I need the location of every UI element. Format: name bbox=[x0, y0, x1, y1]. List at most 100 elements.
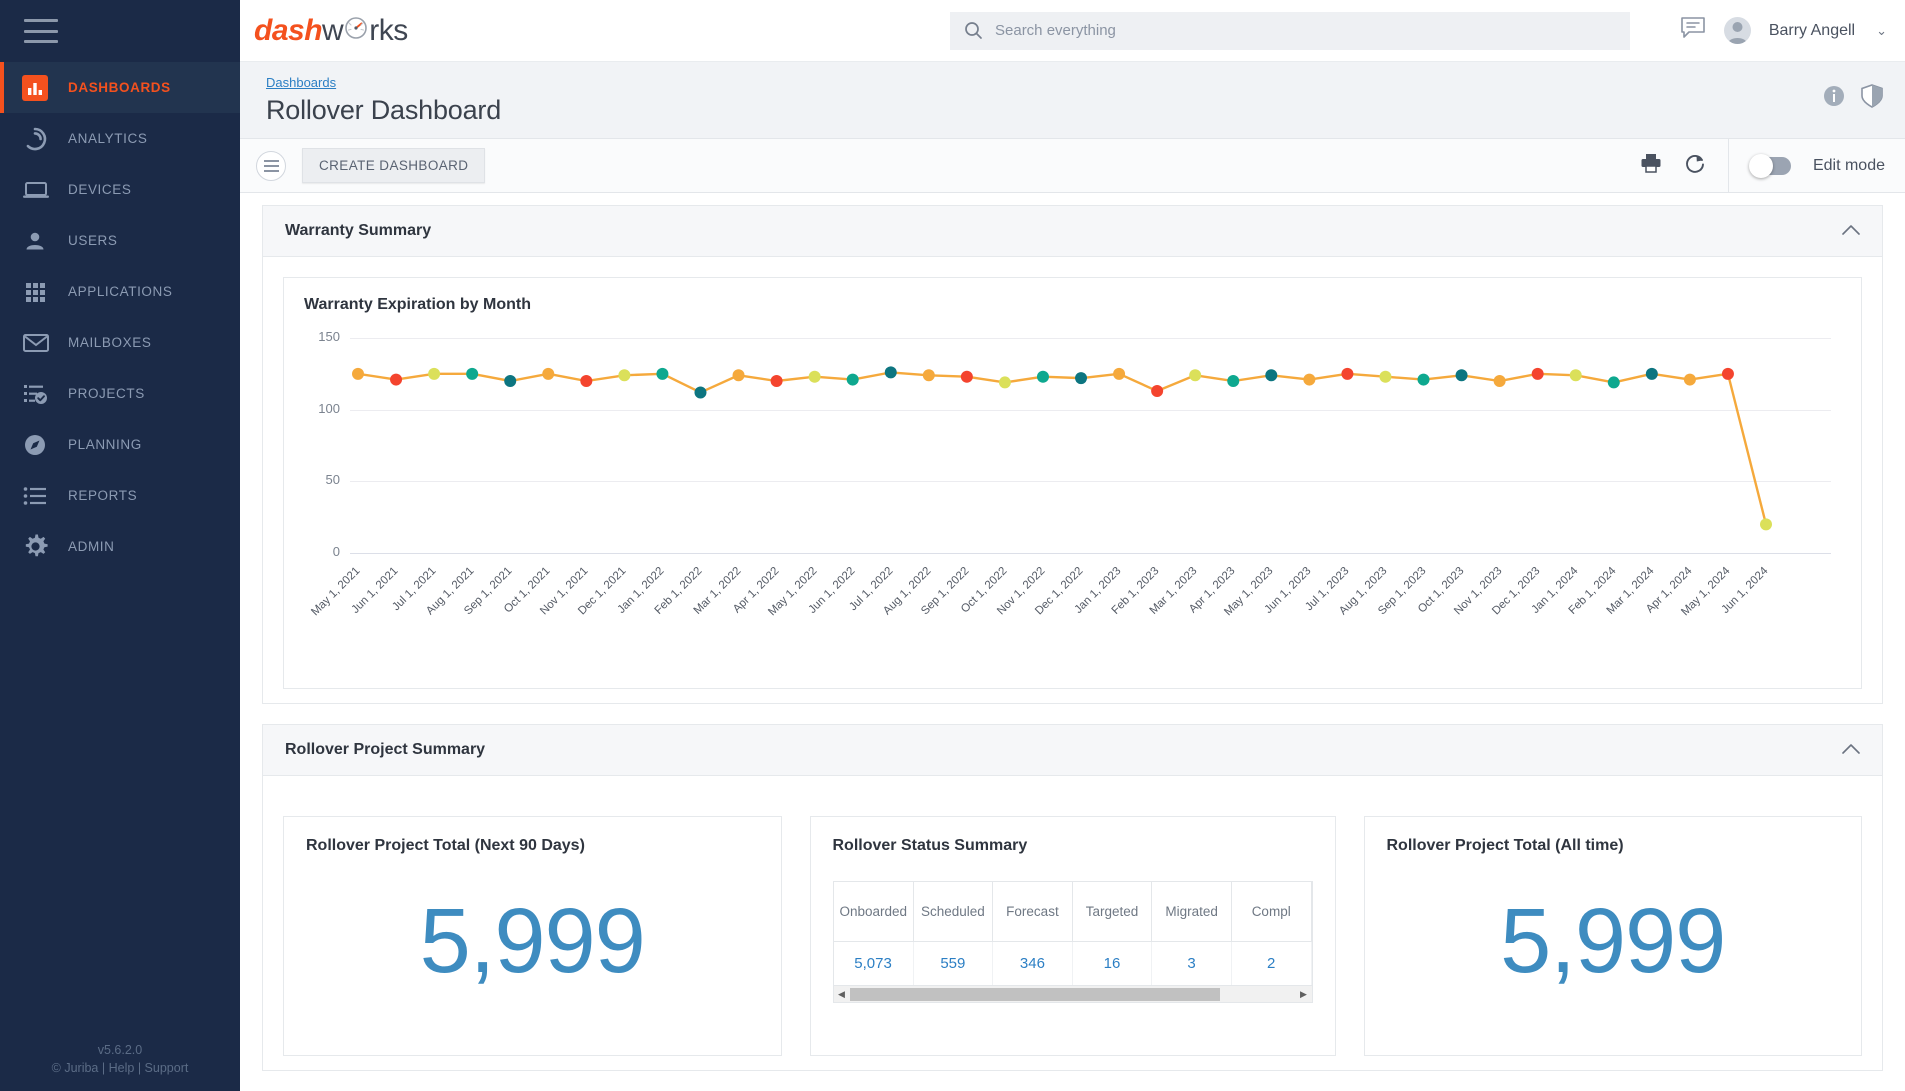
grid-apps-icon bbox=[22, 278, 58, 306]
chart-data-point[interactable] bbox=[390, 374, 402, 386]
section-rollover-project-summary[interactable]: Rollover Project Summary bbox=[262, 724, 1883, 776]
column-header: Targeted bbox=[1072, 882, 1152, 942]
chart-data-point[interactable] bbox=[1037, 371, 1049, 383]
shield-icon[interactable] bbox=[1861, 84, 1883, 113]
chevron-up-icon[interactable] bbox=[1842, 224, 1860, 239]
chart-data-point[interactable] bbox=[733, 369, 745, 381]
column-header: Forecast bbox=[993, 882, 1073, 942]
user-name[interactable]: Barry Angell bbox=[1769, 22, 1855, 40]
chart-data-point[interactable] bbox=[1379, 371, 1391, 383]
chart-data-point[interactable] bbox=[428, 368, 440, 380]
chart-data-point[interactable] bbox=[961, 371, 973, 383]
search-input[interactable] bbox=[995, 22, 1616, 39]
y-axis-tick-label: 0 bbox=[304, 544, 340, 559]
chart-data-point[interactable] bbox=[1227, 375, 1239, 387]
rollover-panel: Rollover Project Total (Next 90 Days) 5,… bbox=[262, 776, 1883, 1071]
chart-plot-area bbox=[350, 338, 1780, 559]
support-link[interactable]: Support bbox=[145, 1061, 189, 1075]
sidebar-item-applications[interactable]: APPLICATIONS bbox=[0, 266, 240, 317]
chart-data-point[interactable] bbox=[1113, 368, 1125, 380]
table-cell[interactable]: 3 bbox=[1152, 942, 1232, 986]
chart-data-point[interactable] bbox=[1646, 368, 1658, 380]
chart-data-point[interactable] bbox=[1418, 374, 1430, 386]
chart-data-point[interactable] bbox=[771, 375, 783, 387]
sidebar-nav: DASHBOARDSANALYTICSDEVICESUSERSAPPLICATI… bbox=[0, 62, 240, 1091]
chart-data-point[interactable] bbox=[1532, 368, 1544, 380]
envelope-icon bbox=[22, 329, 58, 357]
info-icon[interactable] bbox=[1823, 85, 1845, 112]
chart-data-point[interactable] bbox=[847, 374, 859, 386]
sidebar-item-dashboards[interactable]: DASHBOARDS bbox=[0, 62, 240, 113]
warranty-chart[interactable]: 050100150May 1, 2021Jun 1, 2021Jul 1, 20… bbox=[304, 338, 1841, 668]
chart-data-point[interactable] bbox=[1075, 372, 1087, 384]
scrollbar-track[interactable] bbox=[850, 988, 1296, 1001]
sidebar-item-devices[interactable]: DEVICES bbox=[0, 164, 240, 215]
top-bar-right: Barry Angell ⌄ bbox=[1680, 16, 1905, 45]
chart-data-point[interactable] bbox=[1265, 369, 1277, 381]
chart-data-point[interactable] bbox=[466, 368, 478, 380]
sidebar-item-users[interactable]: USERS bbox=[0, 215, 240, 266]
chart-data-point[interactable] bbox=[580, 375, 592, 387]
chart-data-point[interactable] bbox=[809, 371, 821, 383]
chart-data-point[interactable] bbox=[1303, 374, 1315, 386]
sidebar-item-admin[interactable]: ADMIN bbox=[0, 521, 240, 572]
chart-data-point[interactable] bbox=[1608, 376, 1620, 388]
table-cell[interactable]: 16 bbox=[1072, 942, 1152, 986]
card-value: 5,999 bbox=[306, 889, 759, 994]
speedometer-icon bbox=[343, 14, 369, 48]
chart-data-point[interactable] bbox=[999, 376, 1011, 388]
sidebar-item-planning[interactable]: PLANNING bbox=[0, 419, 240, 470]
sidebar-item-reports[interactable]: REPORTS bbox=[0, 470, 240, 521]
chart-data-point[interactable] bbox=[885, 366, 897, 378]
table-cell[interactable]: 559 bbox=[913, 942, 993, 986]
chat-bubble-icon[interactable] bbox=[1680, 16, 1706, 45]
table-cell[interactable]: 2 bbox=[1231, 942, 1311, 986]
search-box[interactable] bbox=[950, 12, 1630, 50]
chart-data-point[interactable] bbox=[1189, 369, 1201, 381]
menu-rail-icon[interactable] bbox=[256, 151, 286, 181]
bar-chart-icon bbox=[22, 74, 58, 102]
chart-data-point[interactable] bbox=[1570, 369, 1582, 381]
chevron-down-icon[interactable]: ⌄ bbox=[1876, 23, 1887, 39]
table-cell[interactable]: 5,073 bbox=[834, 942, 914, 986]
arrow-left-icon[interactable]: ◀ bbox=[834, 989, 850, 1000]
chart-data-point[interactable] bbox=[1722, 368, 1734, 380]
chart-data-point[interactable] bbox=[656, 368, 668, 380]
hamburger-icon[interactable] bbox=[24, 19, 58, 43]
breadcrumb[interactable]: Dashboards bbox=[266, 75, 336, 90]
section-warranty-summary[interactable]: Warranty Summary bbox=[262, 205, 1883, 257]
sidebar-item-mailboxes[interactable]: MAILBOXES bbox=[0, 317, 240, 368]
card-title: Rollover Project Total (All time) bbox=[1387, 837, 1840, 855]
help-link[interactable]: Help bbox=[109, 1061, 135, 1075]
scrollbar-thumb[interactable] bbox=[850, 988, 1220, 1001]
chart-data-point[interactable] bbox=[352, 368, 364, 380]
sidebar-item-projects[interactable]: PROJECTS bbox=[0, 368, 240, 419]
compass-icon bbox=[22, 431, 58, 459]
logo-text-rks: rks bbox=[369, 14, 408, 48]
arrow-right-icon[interactable]: ▶ bbox=[1296, 989, 1312, 1000]
chart-data-point[interactable] bbox=[1494, 375, 1506, 387]
y-axis-tick-label: 50 bbox=[304, 472, 340, 487]
chart-data-point[interactable] bbox=[504, 375, 516, 387]
card-title: Rollover Status Summary bbox=[833, 837, 1313, 855]
chart-data-point[interactable] bbox=[1151, 385, 1163, 397]
chevron-up-icon[interactable] bbox=[1842, 743, 1860, 758]
sidebar-item-analytics[interactable]: ANALYTICS bbox=[0, 113, 240, 164]
sidebar-menu-toggle[interactable] bbox=[0, 0, 240, 62]
chart-data-point[interactable] bbox=[618, 369, 630, 381]
chart-data-point[interactable] bbox=[1684, 374, 1696, 386]
chart-data-point[interactable] bbox=[694, 386, 706, 398]
chart-data-point[interactable] bbox=[1456, 369, 1468, 381]
table-cell[interactable]: 346 bbox=[993, 942, 1073, 986]
chart-data-point[interactable] bbox=[1760, 518, 1772, 530]
chart-data-point[interactable] bbox=[542, 368, 554, 380]
edit-mode-toggle[interactable] bbox=[1751, 157, 1791, 175]
refresh-icon[interactable] bbox=[1684, 152, 1706, 179]
chart-data-point[interactable] bbox=[923, 369, 935, 381]
printer-icon[interactable] bbox=[1640, 153, 1662, 178]
horizontal-scrollbar[interactable]: ◀ ▶ bbox=[834, 985, 1312, 1002]
app-logo[interactable]: dashwrks bbox=[254, 14, 408, 48]
avatar[interactable] bbox=[1724, 17, 1751, 44]
create-dashboard-button[interactable]: CREATE DASHBOARD bbox=[302, 148, 485, 183]
chart-data-point[interactable] bbox=[1341, 368, 1353, 380]
